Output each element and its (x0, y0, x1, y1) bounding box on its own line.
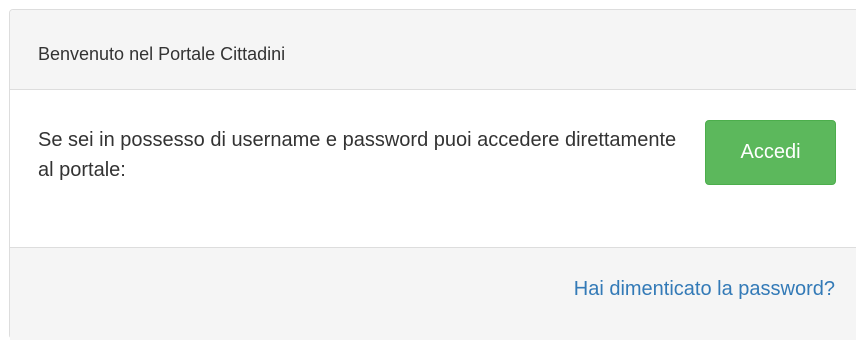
panel-body: Se sei in possesso di username e passwor… (10, 90, 856, 247)
login-panel: Benvenuto nel Portale Cittadini Se sei i… (9, 9, 856, 340)
login-button[interactable]: Accedi (705, 120, 836, 185)
forgot-password-link[interactable]: Hai dimenticato la password? (574, 276, 835, 302)
login-instructions: Se sei in possesso di username e passwor… (38, 129, 677, 181)
panel-footer: Hai dimenticato la password? (10, 247, 856, 340)
panel-title: Benvenuto nel Portale Cittadini (38, 44, 286, 64)
panel-heading: Benvenuto nel Portale Cittadini (10, 10, 856, 90)
